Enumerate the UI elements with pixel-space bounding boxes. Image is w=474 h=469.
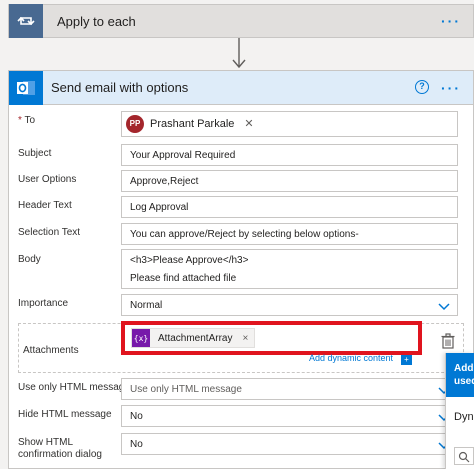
- to-label-text: To: [24, 115, 36, 126]
- add-dynamic-plus-icon[interactable]: +: [401, 355, 412, 365]
- subject-field[interactable]: Your Approval Required: [121, 144, 458, 166]
- show-html-dialog-label-line: confirmation dialog: [18, 449, 102, 460]
- importance-dropdown[interactable]: Normal: [121, 294, 458, 316]
- show-html-dialog-label: Show HTML confirmation dialog: [18, 437, 102, 461]
- search-icon: [458, 451, 470, 463]
- use-only-html-value: Use only HTML message: [130, 384, 242, 395]
- outlook-icon: [9, 70, 43, 105]
- attachments-field[interactable]: {x} AttachmentArray ×: [121, 321, 422, 355]
- recipient-token[interactable]: PP Prashant Parkale ✕: [126, 114, 260, 134]
- importance-value: Normal: [130, 300, 163, 311]
- apply-to-each-title: Apply to each: [57, 13, 136, 29]
- recipient-name: Prashant Parkale: [150, 118, 235, 130]
- dynamic-content-token[interactable]: {x} AttachmentArray ×: [131, 328, 256, 348]
- remove-token-icon[interactable]: ×: [242, 333, 248, 344]
- avatar: PP: [126, 115, 144, 133]
- flyout-header-line: used: [454, 376, 474, 387]
- show-html-dialog-label-line: Show HTML: [18, 437, 74, 448]
- flyout-search-input[interactable]: [454, 447, 474, 465]
- flyout-tab-dynamic[interactable]: Dyna: [446, 397, 474, 423]
- remove-recipient-icon[interactable]: ✕: [244, 118, 253, 130]
- trash-icon[interactable]: [441, 333, 455, 349]
- show-html-dialog-dropdown[interactable]: No: [121, 433, 458, 455]
- hide-html-value: No: [130, 411, 143, 422]
- subject-label: Subject: [18, 148, 52, 159]
- flow-designer-canvas: Apply to each ··· Send email with option…: [0, 0, 474, 469]
- to-label: * To: [18, 115, 35, 127]
- dynamic-token-name: AttachmentArray: [158, 332, 233, 344]
- body-line: Please find attached file: [130, 273, 237, 284]
- body-field[interactable]: <h3>Please Approve</h3> Please find atta…: [121, 249, 458, 289]
- user-options-label: User Options: [18, 174, 77, 185]
- help-icon[interactable]: ?: [415, 80, 429, 94]
- apply-to-each-card[interactable]: Apply to each ···: [8, 4, 474, 38]
- attachments-label: Attachments: [23, 345, 79, 356]
- importance-label: Importance: [18, 298, 69, 309]
- expression-icon: {x}: [132, 329, 150, 347]
- flyout-header-line: Add: [454, 363, 474, 374]
- required-mark: *: [18, 115, 22, 126]
- use-only-html-dropdown[interactable]: Use only HTML message: [121, 378, 458, 400]
- more-dots-icon[interactable]: ···: [441, 13, 461, 29]
- more-dots-icon[interactable]: ···: [441, 80, 461, 96]
- header-text-field[interactable]: Log Approval: [121, 196, 458, 218]
- send-email-card: Send email with options ? ··· * To PP Pr…: [8, 70, 474, 469]
- body-label: Body: [18, 254, 41, 265]
- send-email-title: Send email with options: [51, 80, 189, 95]
- dynamic-content-flyout[interactable]: Add used Dyna: [445, 353, 474, 469]
- hide-html-label: Hide HTML message: [18, 409, 112, 420]
- send-email-header[interactable]: Send email with options ? ···: [9, 70, 473, 105]
- flyout-header: Add used: [446, 353, 474, 397]
- to-field[interactable]: PP Prashant Parkale ✕: [121, 111, 458, 137]
- connector-arrow-icon: [232, 38, 246, 69]
- user-options-field[interactable]: Approve,Reject: [121, 170, 458, 192]
- selection-text-field[interactable]: You can approve/Reject by selecting belo…: [121, 223, 458, 245]
- loop-arrows-icon: [9, 4, 43, 38]
- hide-html-dropdown[interactable]: No: [121, 405, 458, 427]
- body-line: <h3>Please Approve</h3>: [130, 255, 249, 266]
- header-text-label: Header Text: [18, 200, 72, 211]
- show-html-dialog-value: No: [130, 439, 143, 450]
- add-dynamic-content-link[interactable]: Add dynamic content: [309, 353, 393, 363]
- use-only-html-label: Use only HTML message: [18, 382, 130, 393]
- chevron-down-icon[interactable]: [437, 299, 451, 313]
- selection-text-label: Selection Text: [18, 227, 81, 238]
